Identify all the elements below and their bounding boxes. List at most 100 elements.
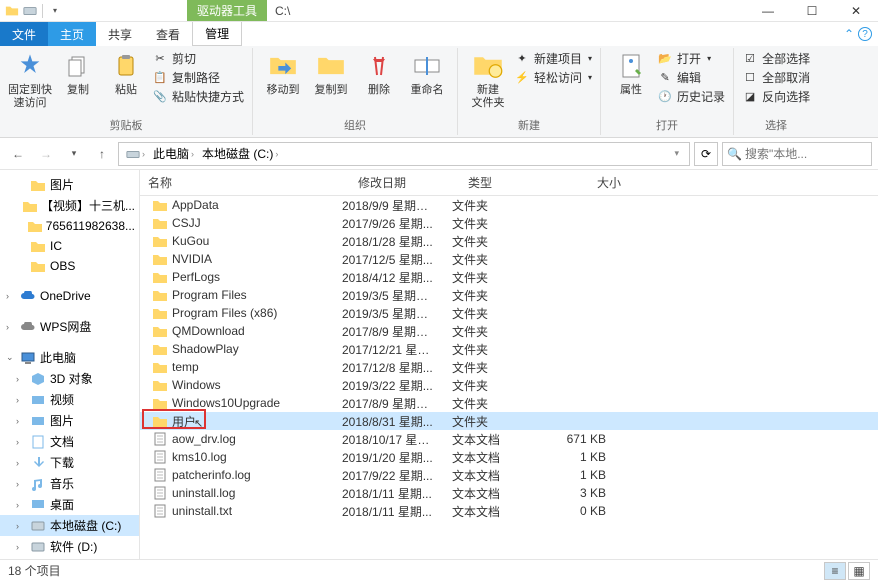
table-row[interactable]: temp2017/12/8 星期...文件夹 — [140, 358, 878, 376]
easy-access-button[interactable]: ⚡轻松访问▾ — [514, 69, 592, 86]
breadcrumb-drive[interactable]: 本地磁盘 (C:)› — [199, 145, 281, 162]
view-details-button[interactable]: ≡ — [824, 562, 846, 580]
table-row[interactable]: uninstall.log2018/1/11 星期...文本文档3 KB — [140, 484, 878, 502]
search-box[interactable]: 🔍 — [722, 142, 872, 166]
move-to-button[interactable]: 移动到 — [261, 50, 305, 97]
nav-num-folder[interactable]: 765611982638... — [0, 216, 139, 236]
search-input[interactable] — [745, 147, 878, 161]
nav-pictures[interactable]: 图片 — [0, 174, 139, 195]
pin-button[interactable]: 固定到快 速访问 — [8, 50, 52, 110]
edit-button[interactable]: ✎编辑 — [657, 69, 725, 86]
title-path: C:\ — [267, 4, 298, 18]
nav-videos[interactable]: ›视频 — [0, 389, 139, 410]
table-row[interactable]: Windows10Upgrade2017/8/9 星期三 ...文件夹 — [140, 394, 878, 412]
nav-onedrive[interactable]: ›OneDrive — [0, 286, 139, 306]
recent-dropdown[interactable]: ▾ — [62, 142, 86, 166]
tab-file[interactable]: 文件 — [0, 22, 48, 46]
nav-pane[interactable]: 图片 【视频】十三机... 765611982638... IC OBS ›On… — [0, 170, 140, 559]
properties-button[interactable]: 属性 — [609, 50, 653, 97]
nav-documents[interactable]: ›文档 — [0, 431, 139, 452]
nav-obs[interactable]: OBS — [0, 256, 139, 276]
nav-downloads[interactable]: ›下载 — [0, 452, 139, 473]
tab-view[interactable]: 查看 — [144, 22, 192, 46]
paste-button[interactable]: 粘贴 — [104, 50, 148, 97]
nav-3d[interactable]: ›3D 对象 — [0, 368, 139, 389]
table-row[interactable]: Program Files2019/3/5 星期二 ...文件夹 — [140, 286, 878, 304]
col-size[interactable]: 大小 — [550, 170, 630, 195]
col-date[interactable]: 修改日期 — [350, 170, 460, 195]
copy-button[interactable]: 复制 — [56, 50, 100, 97]
tab-share[interactable]: 共享 — [96, 22, 144, 46]
file-rows[interactable]: AppData2018/9/9 星期日 ...文件夹CSJJ2017/9/26 … — [140, 196, 878, 520]
up-button[interactable]: ↑ — [90, 142, 114, 166]
copy-to-button[interactable]: 复制到 — [309, 50, 353, 97]
table-row[interactable]: ShadowPlay2017/12/21 星期...文件夹 — [140, 340, 878, 358]
copy-path-button[interactable]: 📋复制路径 — [152, 69, 244, 86]
new-item-button[interactable]: ✦新建项目▾ — [514, 50, 592, 67]
forward-button[interactable]: → — [34, 142, 58, 166]
breadcrumb-dropdown-icon[interactable]: ▾ — [668, 148, 685, 159]
nav-thispc[interactable]: ⌄此电脑 — [0, 347, 139, 368]
file-icon — [152, 503, 168, 519]
col-type[interactable]: 类型 — [460, 170, 550, 195]
ribbon-help[interactable]: ⌃? — [838, 22, 878, 46]
file-size: 671 KB — [534, 432, 614, 446]
view-large-button[interactable]: ▦ — [848, 562, 870, 580]
table-row[interactable]: uninstall.txt2018/1/11 星期...文本文档0 KB — [140, 502, 878, 520]
select-none-button[interactable]: ☐全部取消 — [742, 69, 810, 86]
refresh-button[interactable]: ⟳ — [694, 142, 718, 166]
new-folder-button[interactable]: 新建 文件夹 — [466, 50, 510, 110]
table-row[interactable]: KuGou2018/1/28 星期...文件夹 — [140, 232, 878, 250]
history-button[interactable]: 🕐历史记录 — [657, 88, 725, 105]
breadcrumb[interactable]: › 此电脑› 本地磁盘 (C:)› ▾ — [118, 142, 690, 166]
close-button[interactable]: ✕ — [834, 0, 878, 22]
table-row[interactable]: NVIDIA2017/12/5 星期...文件夹 — [140, 250, 878, 268]
table-row[interactable]: CSJJ2017/9/26 星期...文件夹 — [140, 214, 878, 232]
nav-wps[interactable]: ›WPS网盘 — [0, 316, 139, 337]
pin-icon — [14, 50, 46, 82]
delete-button[interactable]: 删除 — [357, 50, 401, 97]
invert-selection-button[interactable]: ◪反向选择 — [742, 88, 810, 105]
nav-desktop[interactable]: ›桌面 — [0, 494, 139, 515]
col-name[interactable]: 名称 — [140, 170, 350, 195]
nav-ic[interactable]: IC — [0, 236, 139, 256]
cut-button[interactable]: ✂剪切 — [152, 50, 244, 67]
nav-c-drive[interactable]: ›本地磁盘 (C:) — [0, 515, 139, 536]
rename-button[interactable]: 重命名 — [405, 50, 449, 97]
file-type: 文件夹 — [444, 305, 534, 322]
table-row[interactable]: QMDownload2017/8/9 星期三 ...文件夹 — [140, 322, 878, 340]
file-icon — [152, 467, 168, 483]
file-list: 名称 修改日期 类型 大小 AppData2018/9/9 星期日 ...文件夹… — [140, 170, 878, 559]
maximize-button[interactable]: ☐ — [790, 0, 834, 22]
nav-video-folder[interactable]: 【视频】十三机... — [0, 195, 139, 216]
select-all-button[interactable]: ☑全部选择 — [742, 50, 810, 67]
search-icon: 🔍 — [727, 147, 742, 161]
paste-shortcut-button[interactable]: 📎粘贴快捷方式 — [152, 88, 244, 105]
file-type: 文件夹 — [444, 395, 534, 412]
file-name: patcherinfo.log — [172, 468, 251, 482]
folder-icon — [152, 287, 168, 303]
table-row[interactable]: AppData2018/9/9 星期日 ...文件夹 — [140, 196, 878, 214]
table-row[interactable]: aow_drv.log2018/10/17 星期...文本文档671 KB — [140, 430, 878, 448]
qat-dropdown-icon[interactable]: ▾ — [47, 3, 63, 19]
table-row[interactable]: patcherinfo.log2017/9/22 星期...文本文档1 KB — [140, 466, 878, 484]
nav-d-drive[interactable]: ›软件 (D:) — [0, 536, 139, 557]
table-row[interactable]: Program Files (x86)2019/3/5 星期二 ...文件夹 — [140, 304, 878, 322]
breadcrumb-root[interactable]: › — [123, 148, 148, 160]
table-row[interactable]: PerfLogs2018/4/12 星期...文件夹 — [140, 268, 878, 286]
file-name: Program Files — [172, 288, 247, 302]
table-row[interactable]: 用户↖2018/8/31 星期...文件夹 — [140, 412, 878, 430]
file-date: 2018/4/12 星期... — [334, 269, 444, 286]
nav-pictures2[interactable]: ›图片 — [0, 410, 139, 431]
back-button[interactable]: ← — [6, 142, 30, 166]
breadcrumb-thispc[interactable]: 此电脑› — [150, 145, 197, 162]
tab-manage[interactable]: 管理 — [192, 22, 242, 46]
tab-home[interactable]: 主页 — [48, 22, 96, 46]
open-button[interactable]: 📂打开▾ — [657, 50, 725, 67]
table-row[interactable]: Windows2019/3/22 星期...文件夹 — [140, 376, 878, 394]
minimize-button[interactable]: — — [746, 0, 790, 22]
folder-icon — [152, 215, 168, 231]
nav-music[interactable]: ›音乐 — [0, 473, 139, 494]
table-row[interactable]: kms10.log2019/1/20 星期...文本文档1 KB — [140, 448, 878, 466]
drive-icon[interactable] — [22, 3, 38, 19]
